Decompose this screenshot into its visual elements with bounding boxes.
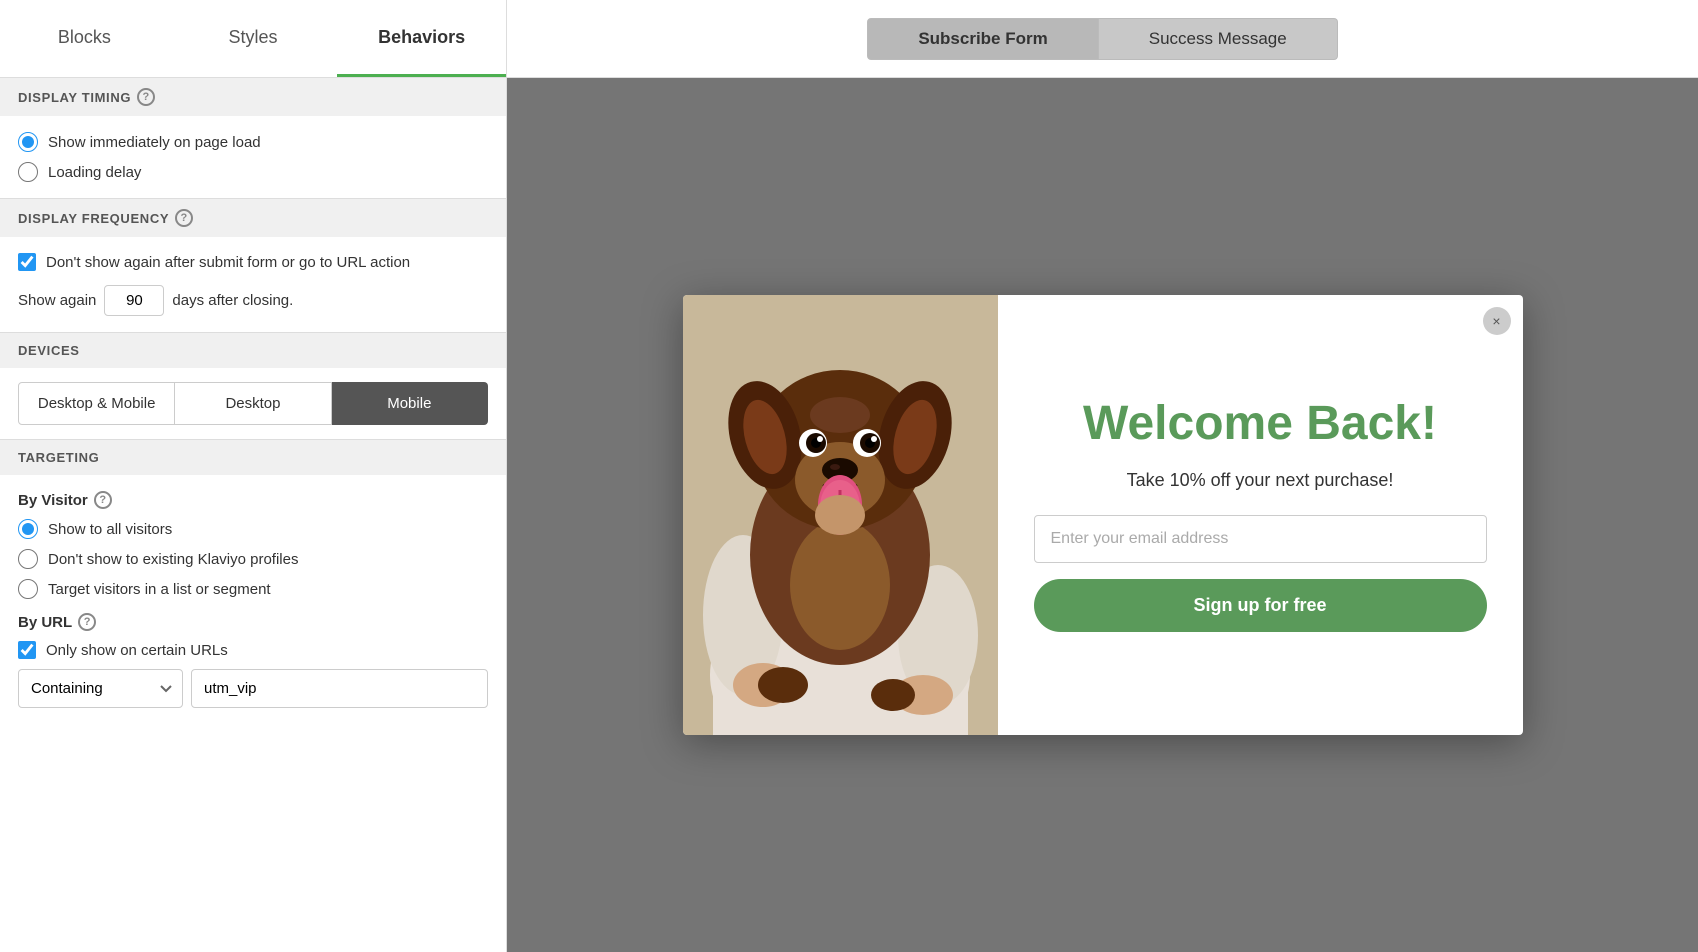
display-frequency-header: DISPLAY FREQUENCY ? [0,198,506,237]
preview-area: × Welcome Back! Take 10% off your next p… [507,78,1698,952]
popup-title: Welcome Back! [1083,398,1437,451]
main-layout: DISPLAY TIMING ? Show immediately on pag… [0,78,1698,952]
list-segment-option[interactable]: Target visitors in a list or segment [18,579,488,599]
all-visitors-radio[interactable] [18,519,38,539]
mobile-button[interactable]: Mobile [332,382,488,425]
popup-close-button[interactable]: × [1483,307,1511,335]
show-again-suffix: days after closing. [172,292,293,309]
display-frequency-label: DISPLAY FREQUENCY [18,211,169,226]
by-visitor-label: By Visitor ? [18,491,488,509]
popup: × Welcome Back! Take 10% off your next p… [683,295,1523,735]
list-segment-label: Target visitors in a list or segment [48,581,271,598]
only-certain-urls-option[interactable]: Only show on certain URLs [18,641,488,659]
devices-label: DEVICES [18,343,80,358]
all-visitors-option[interactable]: Show to all visitors [18,519,488,539]
devices-header: DEVICES [0,332,506,368]
loading-delay-option[interactable]: Loading delay [18,162,488,182]
left-tab-group: Blocks Styles Behaviors [0,0,507,77]
tab-subscribe-form[interactable]: Subscribe Form [867,18,1098,60]
all-visitors-label: Show to all visitors [48,521,172,538]
loading-delay-radio[interactable] [18,162,38,182]
tab-success-message[interactable]: Success Message [1099,18,1338,60]
popup-image [683,295,998,735]
days-input[interactable] [104,285,164,316]
popup-content: × Welcome Back! Take 10% off your next p… [998,295,1523,735]
display-timing-header: DISPLAY TIMING ? [0,78,506,116]
url-row: Containing Exactly Starting with Ending … [18,669,488,708]
popup-email-input[interactable] [1034,515,1487,563]
header: Blocks Styles Behaviors Subscribe Form S… [0,0,1698,78]
show-immediately-radio[interactable] [18,132,38,152]
dont-show-again-label: Don't show again after submit form or go… [46,254,410,271]
desktop-button[interactable]: Desktop [175,382,331,425]
dog-illustration [683,295,998,735]
popup-submit-button[interactable]: Sign up for free [1034,579,1487,632]
display-timing-help-icon[interactable]: ? [137,88,155,106]
dont-show-again-option[interactable]: Don't show again after submit form or go… [18,253,488,271]
show-immediately-option[interactable]: Show immediately on page load [18,132,488,152]
only-certain-urls-checkbox[interactable] [18,641,36,659]
list-segment-radio[interactable] [18,579,38,599]
dont-show-again-checkbox[interactable] [18,253,36,271]
by-url-label: By URL ? [18,613,488,631]
sidebar: DISPLAY TIMING ? Show immediately on pag… [0,78,507,952]
targeting-content: By Visitor ? Show to all visitors Don't … [0,475,506,724]
display-frequency-help-icon[interactable]: ? [175,209,193,227]
no-klaviyo-option[interactable]: Don't show to existing Klaviyo profiles [18,549,488,569]
display-timing-content: Show immediately on page load Loading de… [0,116,506,198]
preview-tab-group: Subscribe Form Success Message [507,0,1698,77]
no-klaviyo-label: Don't show to existing Klaviyo profiles [48,551,298,568]
popup-subtitle: Take 10% off your next purchase! [1127,470,1394,491]
only-certain-urls-label: Only show on certain URLs [46,642,228,659]
show-immediately-label: Show immediately on page load [48,134,261,151]
desktop-mobile-button[interactable]: Desktop & Mobile [18,382,175,425]
targeting-label: TARGETING [18,450,99,465]
targeting-header: TARGETING [0,439,506,475]
url-condition-dropdown[interactable]: Containing Exactly Starting with Ending … [18,669,183,708]
tab-blocks[interactable]: Blocks [0,0,169,77]
tab-styles[interactable]: Styles [169,0,338,77]
show-again-prefix: Show again [18,292,96,309]
show-again-row: Show again days after closing. [18,285,488,316]
devices-row: Desktop & Mobile Desktop Mobile [18,382,488,425]
url-value-input[interactable] [191,669,488,708]
no-klaviyo-radio[interactable] [18,549,38,569]
by-url-help-icon[interactable]: ? [78,613,96,631]
loading-delay-label: Loading delay [48,164,141,181]
display-timing-label: DISPLAY TIMING [18,90,131,105]
display-frequency-content: Don't show again after submit form or go… [0,237,506,332]
by-visitor-help-icon[interactable]: ? [94,491,112,509]
tab-behaviors[interactable]: Behaviors [337,0,506,77]
